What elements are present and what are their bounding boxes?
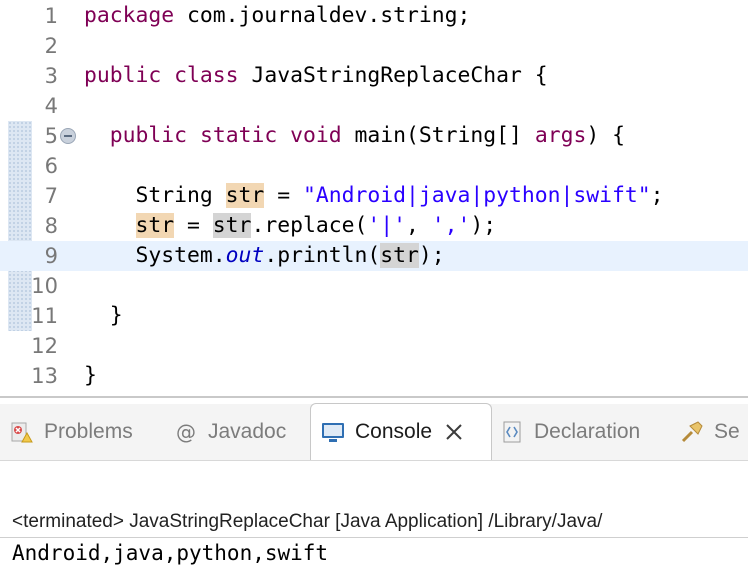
code-token: ; — [650, 183, 664, 208]
code-token: args — [534, 123, 587, 148]
code-line[interactable]: 11 } — [0, 301, 748, 331]
code-token: out — [225, 243, 265, 268]
code-token: ); — [418, 243, 445, 268]
code-line[interactable]: 2 — [0, 31, 748, 61]
line-number: 7 — [44, 184, 58, 208]
code-text: package com.journaldev.string; — [84, 1, 470, 31]
line-number: 11 — [31, 304, 58, 328]
collapse-icon[interactable] — [60, 128, 76, 144]
code-token: public — [84, 63, 162, 88]
code-token: str — [225, 183, 265, 208]
code-line[interactable]: 4 — [0, 91, 748, 121]
line-number: 13 — [31, 364, 58, 388]
code-token: ); — [470, 213, 497, 238]
code-line[interactable]: 13} — [0, 361, 748, 391]
console-output: Android,java,python,swift — [12, 541, 329, 565]
line-number: 12 — [31, 334, 58, 358]
console-panel[interactable]: <terminated> JavaStringReplaceChar [Java… — [0, 461, 748, 588]
code-token: void — [290, 123, 342, 148]
code-line[interactable]: 10 — [0, 271, 748, 301]
line-number: 2 — [44, 34, 58, 58]
console-icon — [321, 420, 345, 444]
code-line[interactable]: 5 public static void main(String[] args)… — [0, 121, 748, 151]
code-token: str — [135, 213, 175, 238]
code-line[interactable]: 1 package com.journaldev.string; — [0, 1, 748, 31]
line-number: 3 — [44, 64, 58, 88]
code-token: public — [109, 123, 188, 148]
svg-text:@: @ — [176, 420, 196, 444]
code-text: public static void main(String[] args) { — [84, 121, 625, 151]
tab-declaration[interactable]: Declaration — [500, 404, 640, 460]
tab-javadoc[interactable]: @ Javadoc — [174, 404, 286, 460]
declaration-icon — [500, 420, 524, 444]
tab-label: Javadoc — [208, 420, 287, 443]
code-line[interactable]: 3 public class JavaStringReplaceChar { — [0, 61, 748, 91]
tab-label: Console — [355, 420, 433, 443]
code-line[interactable]: 6 — [0, 151, 748, 181]
line-number: 4 — [44, 94, 58, 118]
tab-search[interactable]: Se — [680, 404, 740, 460]
view-tab-bar: Problems @ Javadoc Console Declaration S… — [0, 403, 748, 461]
javadoc-icon: @ — [174, 420, 198, 444]
line-number: 5 — [44, 124, 58, 148]
code-token: ) { — [586, 123, 625, 148]
line-number: 9 — [44, 244, 58, 268]
code-line[interactable]: 8 str = str.replace('|', ','); — [0, 211, 748, 241]
tab-label: Problems — [44, 420, 133, 443]
terminated-label: <terminated> JavaStringReplaceChar [Java… — [12, 511, 603, 532]
code-token: JavaStringReplaceChar { — [238, 63, 548, 88]
search-icon — [680, 420, 704, 444]
line-number: 8 — [44, 214, 58, 238]
tab-problems[interactable]: Problems — [10, 404, 133, 460]
code-token: "Android|java|python|swift" — [302, 183, 651, 208]
problems-icon — [10, 420, 34, 444]
code-line[interactable]: 9 System.out.println(str); — [0, 241, 748, 271]
code-editor[interactable]: 1 package com.journaldev.string; 2 3 public … — [0, 0, 748, 398]
code-text: } — [84, 301, 123, 331]
code-token: package — [84, 3, 175, 28]
code-token: '|' — [367, 213, 406, 238]
code-token: .replace( — [251, 213, 368, 238]
code-token: = — [174, 213, 213, 238]
line-number: 10 — [31, 274, 58, 298]
code-text: String str = "Android|java|python|swift"… — [84, 181, 664, 211]
code-text: } — [84, 361, 97, 391]
code-text: System.out.println(str); — [84, 241, 445, 271]
code-token: } — [84, 303, 123, 328]
code-text: public class JavaStringReplaceChar { — [84, 61, 548, 91]
code-token: str — [380, 243, 419, 268]
code-text: str = str.replace('|', ','); — [84, 211, 496, 241]
code-token: .println( — [264, 243, 381, 268]
code-token: = — [264, 183, 303, 208]
code-token: } — [84, 363, 97, 388]
code-line[interactable]: 12 — [0, 331, 748, 361]
tab-label: Declaration — [534, 420, 641, 443]
code-line[interactable]: 7 String str = "Android|java|python|swif… — [0, 181, 748, 211]
console-divider — [0, 537, 748, 538]
tab-label: Se — [714, 420, 740, 443]
code-token: String — [84, 183, 226, 208]
line-number: 6 — [44, 154, 58, 178]
line-number: 1 — [44, 4, 58, 28]
tab-console[interactable]: Console — [310, 403, 492, 460]
code-token: System. — [84, 243, 226, 268]
code-token: main(String[] — [341, 123, 535, 148]
code-token: com.journaldev.string; — [174, 3, 471, 28]
close-icon[interactable] — [444, 422, 464, 442]
code-token: class — [174, 63, 239, 88]
code-token: static — [199, 123, 278, 148]
code-token: , — [405, 213, 432, 238]
code-token: ',' — [431, 213, 471, 238]
editor-border — [0, 396, 748, 398]
code-token: str — [212, 213, 252, 238]
